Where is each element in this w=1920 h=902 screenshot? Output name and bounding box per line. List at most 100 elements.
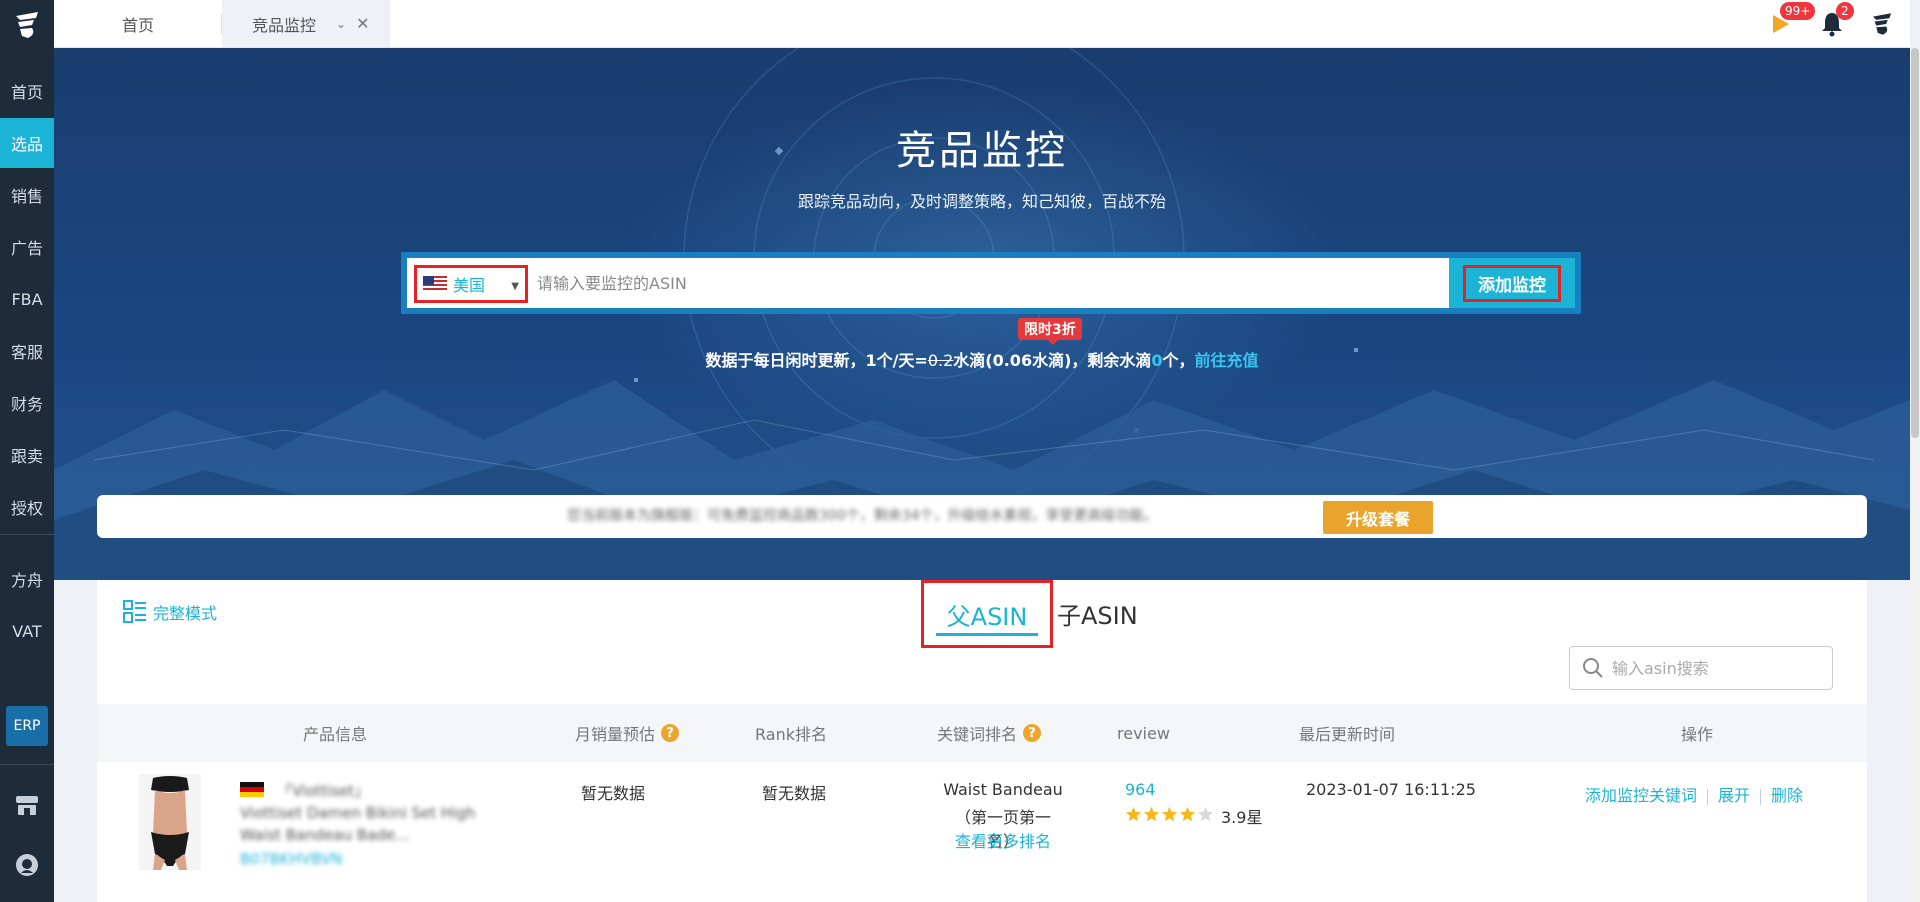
app-logo[interactable] <box>0 0 54 50</box>
hero-banner: 竞品监控 跟踪竞品动向，及时调整策略，知己知彼，百战不殆 美国 ▼ 添加监控 限… <box>54 48 1910 580</box>
tab-label: 竞品监控 <box>252 15 317 35</box>
help-icon[interactable]: ? <box>1023 724 1042 742</box>
product-brand: 「Viottiset」 <box>277 782 370 800</box>
rank-value: 暂无数据 <box>762 784 827 803</box>
info-mid: 水滴(0.06水滴)，剩余水滴 <box>953 351 1152 370</box>
active-tab-underline <box>936 633 1038 636</box>
close-icon[interactable]: ✕ <box>356 14 369 33</box>
info-suffix: 个， <box>1162 351 1195 370</box>
search-icon <box>1583 658 1603 678</box>
avatar-logo-icon <box>1872 13 1892 35</box>
sidebar-item-home[interactable]: 首页 <box>0 66 54 116</box>
product-asin-link[interactable]: B07BKHVBVN <box>240 850 342 868</box>
monitor-search-bar: 美国 ▼ 添加监控 <box>401 252 1581 314</box>
top-bar: 首页 竞品监控 ⌄ ✕ 99+ 2 <box>54 0 1910 48</box>
search-inner: 美国 ▼ 添加监控 <box>407 258 1575 308</box>
help-icon[interactable]: ? <box>661 724 680 742</box>
old-price: 0.2 <box>927 351 954 370</box>
col-keyword-rank: 关键词排名? <box>937 704 1042 762</box>
col-keyword-rank-label: 关键词排名 <box>937 725 1018 744</box>
sidebar: 首页 选品 销售 广告 FBA 客服 财务 跟卖 授权 方舟 VAT ERP <box>0 0 54 902</box>
expand-link[interactable]: 展开 <box>1718 786 1750 805</box>
monitor-list-panel: 完整模式 父ASIN 子ASIN 产品信息 月销量预估? Rank排名 关键词排… <box>97 580 1867 902</box>
sidebar-item-sales[interactable]: 销售 <box>0 170 54 220</box>
add-keyword-link[interactable]: 添加监控关键词 <box>1585 786 1697 805</box>
last-updated-value: 2023-01-07 16:11:25 <box>1306 780 1476 799</box>
tab-home[interactable]: 首页 <box>54 0 222 47</box>
caret-down-icon: ▼ <box>511 281 519 292</box>
delete-link[interactable]: 删除 <box>1771 786 1803 805</box>
de-flag-icon <box>240 782 264 797</box>
table-row: 「Viottiset」 Viottiset Damen Bikini Set H… <box>97 762 1867 902</box>
asin-input[interactable] <box>537 268 1437 298</box>
monthly-sales-value: 暂无数据 <box>581 784 646 803</box>
product-image[interactable] <box>139 774 201 870</box>
star-icon <box>1179 806 1196 821</box>
rating-label: 3.9星 <box>1221 808 1263 827</box>
sidebar-item-fba[interactable]: FBA <box>0 274 54 324</box>
recharge-link[interactable]: 前往充值 <box>1195 351 1259 370</box>
add-monitor-button[interactable]: 添加监控 <box>1449 258 1575 308</box>
star-icon <box>1197 806 1214 821</box>
flag-badge: 99+ <box>1780 2 1816 20</box>
table-header: 产品信息 月销量预估? Rank排名 关键词排名? review 最后更新时间 … <box>97 704 1867 762</box>
scrollbar-thumb[interactable] <box>1911 48 1919 438</box>
col-monthly-sales: 月销量预估? <box>575 704 680 762</box>
tab-competitor-monitor[interactable]: 竞品监控 ⌄ ✕ <box>222 0 390 47</box>
product-title-line1: Viottiset Damen Bikini Set High <box>240 804 476 822</box>
remaining-drops: 0 <box>1151 351 1163 370</box>
sidebar-divider <box>0 534 54 535</box>
page-title: 竞品监控 <box>896 128 1068 174</box>
rating-stars <box>1125 806 1215 827</box>
sidebar-item-ads[interactable]: 广告 <box>0 222 54 272</box>
vertical-scrollbar[interactable] <box>1910 48 1920 902</box>
plan-info-text: 您当前版本为旗舰版：可免费监控商品数300个，剩余34个，升级给水素视，享受更高… <box>567 508 1158 524</box>
sidebar-item-product-selection[interactable]: 选品 <box>0 118 54 168</box>
star-icon <box>1125 806 1142 821</box>
col-product-info: 产品信息 <box>303 725 368 744</box>
col-review: review <box>1117 723 1170 743</box>
action-divider <box>1707 788 1709 805</box>
review-count-link[interactable]: 964 <box>1125 780 1156 799</box>
keyword-value: Waist Bandeau <box>943 780 1063 799</box>
row-actions: 添加监控关键词 展开 删除 <box>1585 782 1803 806</box>
flag-notification[interactable]: 99+ <box>1764 2 1816 40</box>
view-more-rank-link[interactable]: 查看更多排名 <box>943 828 1063 852</box>
store-icon[interactable] <box>12 790 42 820</box>
action-divider <box>1760 788 1762 805</box>
promo-tag: 限时3折 <box>1018 318 1082 345</box>
tab-child-asin[interactable]: 子ASIN <box>1057 596 1138 631</box>
info-prefix: 数据于每日闲时更新，1个/天= <box>705 351 928 370</box>
us-flag-icon <box>423 276 447 292</box>
chevron-down-icon[interactable]: ⌄ <box>336 17 346 31</box>
country-select[interactable]: 美国 ▼ <box>414 265 528 303</box>
star-icon <box>1143 806 1160 821</box>
asin-search-box[interactable] <box>1569 646 1833 690</box>
sidebar-item-authorization[interactable]: 授权 <box>0 482 54 532</box>
erp-button[interactable]: ERP <box>6 706 48 746</box>
bell-notification[interactable]: 2 <box>1816 2 1854 40</box>
sidebar-item-ark[interactable]: 方舟 <box>0 554 54 604</box>
user-avatar[interactable] <box>1866 8 1898 40</box>
col-last-updated: 最后更新时间 <box>1299 725 1396 744</box>
col-actions: 操作 <box>1681 725 1714 744</box>
tab-parent-asin[interactable]: 父ASIN <box>921 580 1053 648</box>
product-title-line2: Waist Bandeau Bade... <box>240 826 410 844</box>
upgrade-bar: 您当前版本为旗舰版：可免费监控商品数300个，剩余34个，升级给水素视，享受更高… <box>97 495 1867 538</box>
rating: 3.9星 <box>1125 804 1262 828</box>
tab-parent-label: 父ASIN <box>946 602 1028 631</box>
support-icon[interactable] <box>12 850 42 880</box>
sidebar-item-customer-service[interactable]: 客服 <box>0 326 54 376</box>
page-subtitle: 跟踪竞品动向，及时调整策略，知己知彼，百战不殆 <box>797 192 1166 211</box>
col-monthly-sales-label: 月销量预估 <box>575 725 656 744</box>
sidebar-item-vat[interactable]: VAT <box>0 606 54 656</box>
asin-search-input[interactable] <box>1612 658 1812 678</box>
pricing-info: 数据于每日闲时更新，1个/天=0.2水滴(0.06水滴)，剩余水滴0个，前往充值 <box>54 347 1910 371</box>
star-icon <box>1161 806 1178 821</box>
sidebar-divider-2 <box>0 764 54 765</box>
sidebar-item-follow-sell[interactable]: 跟卖 <box>0 430 54 480</box>
bell-badge: 2 <box>1836 2 1854 20</box>
full-mode-toggle[interactable]: 完整模式 <box>123 600 217 624</box>
sidebar-item-finance[interactable]: 财务 <box>0 378 54 428</box>
upgrade-plan-button[interactable]: 升级套餐 <box>1323 501 1433 534</box>
